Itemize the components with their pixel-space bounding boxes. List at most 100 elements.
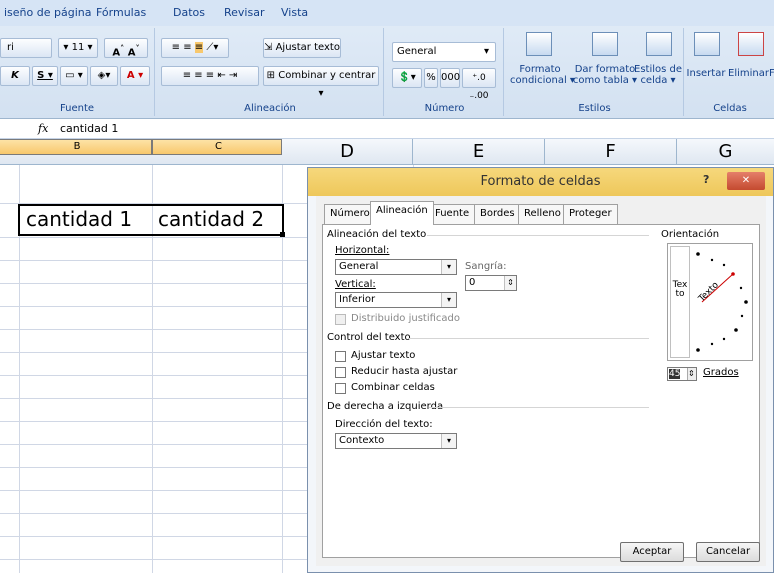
tab-numero[interactable]: Número — [324, 204, 376, 224]
rotated-text-sample: Texto — [696, 280, 721, 305]
font-size-select[interactable]: ▾ 11 ▾ — [58, 38, 98, 58]
cell-styles-button[interactable]: Estilos de celda ▾ — [634, 64, 682, 86]
column-header-d[interactable]: D — [282, 139, 413, 165]
orientation-dial[interactable]: Texto — [692, 244, 752, 360]
column-header-f[interactable]: F — [545, 139, 677, 165]
text-direction-select[interactable]: Contexto ▾ — [335, 433, 457, 449]
format-button-partial[interactable]: F — [769, 68, 774, 79]
number-group: General ▾ 💲▾ % 000 ⁺.0 ₋.00 Número — [386, 28, 504, 116]
merge-cells-checkbox[interactable] — [335, 383, 346, 394]
underline-button[interactable]: S ▾ — [32, 66, 58, 86]
text-direction-label: Dirección del texto: — [335, 419, 433, 430]
delete-button[interactable]: Eliminar — [728, 68, 769, 79]
delete-cells-icon[interactable] — [738, 32, 764, 56]
tab-review[interactable]: Revisar — [224, 6, 264, 19]
indent-spinner[interactable]: 0 ⇕ — [465, 275, 517, 291]
font-name-select[interactable]: ri — [0, 38, 52, 58]
number-format-select[interactable]: General ▾ — [392, 42, 496, 62]
tab-formulas[interactable]: Fórmulas — [96, 6, 146, 19]
orientation-box[interactable]: Texto Texto — [667, 243, 753, 361]
merge-cells-label: Combinar celdas — [351, 382, 435, 393]
grow-font-button[interactable]: A˄ A˅ — [104, 38, 148, 58]
borders-button[interactable]: ▭ ▾ — [60, 66, 88, 86]
conditional-format-button[interactable]: Formato condicional ▾ — [510, 64, 575, 86]
wrap-text-checkbox[interactable] — [335, 351, 346, 362]
alignment-tab-page: Alineación del texto Horizontal: General… — [322, 224, 760, 558]
table-format-line2: como tabla ▾ — [572, 75, 638, 86]
merge-center-button[interactable]: ⊞ Combinar y centrar ▾ — [263, 66, 379, 99]
percent-button[interactable]: % — [424, 68, 438, 88]
tab-alineacion[interactable]: Alineación — [370, 201, 434, 225]
distributed-checkbox[interactable] — [335, 314, 346, 325]
fill-color-button[interactable]: ◈▾ — [90, 66, 118, 86]
insert-cells-icon[interactable] — [694, 32, 720, 56]
vertical-text-sample: Texto — [672, 280, 688, 299]
format-cells-dialog: Formato de celdas ? ✕ Número Alineación … — [307, 167, 774, 573]
cells-group: Insertar Eliminar F Celdas — [686, 28, 774, 116]
wrap-text-label: Ajustar texto — [351, 350, 416, 361]
chevron-down-icon: ▾ — [441, 260, 456, 274]
vertical-text-toggle[interactable]: Texto — [670, 246, 690, 358]
chevron-down-icon: ▾ — [441, 293, 456, 307]
text-direction-value: Contexto — [339, 435, 385, 446]
vertical-select[interactable]: Inferior ▾ — [335, 292, 457, 308]
rtl-heading: De derecha a izquierda — [327, 401, 444, 412]
tab-fuente[interactable]: Fuente — [429, 204, 476, 224]
wrap-text-label: Ajustar texto — [275, 42, 340, 53]
formula-input[interactable]: cantidad 1 — [60, 122, 118, 135]
alignment-group-label: Alineación — [244, 103, 296, 114]
font-color-button[interactable]: A ▾ — [120, 66, 150, 86]
cell-b2[interactable]: cantidad 1 — [20, 205, 150, 235]
tab-data[interactable]: Datos — [173, 6, 205, 19]
cond-format-line2: condicional ▾ — [510, 75, 575, 86]
ribbon: iseño de página Fórmulas Datos Revisar V… — [0, 0, 774, 119]
close-button[interactable]: ✕ — [727, 172, 765, 190]
tab-bordes[interactable]: Bordes — [474, 204, 521, 224]
degrees-value: 45 — [669, 369, 681, 379]
degrees-label: Grados — [703, 367, 739, 378]
horizontal-align-buttons[interactable]: ≡ ≡ ≡ ⇤ ⇥ — [161, 66, 259, 86]
table-format-icon[interactable] — [592, 32, 618, 56]
horizontal-select[interactable]: General ▾ — [335, 259, 457, 275]
tab-relleno[interactable]: Relleno — [518, 204, 567, 224]
thousands-button[interactable]: 000 — [440, 68, 460, 88]
text-alignment-heading: Alineación del texto — [327, 229, 427, 240]
column-header-b[interactable]: B — [0, 139, 152, 155]
cells-group-label: Celdas — [713, 103, 747, 114]
tab-page-layout[interactable]: iseño de página — [4, 6, 91, 19]
italic-button[interactable]: K — [0, 66, 30, 86]
fill-handle[interactable] — [280, 232, 285, 237]
vertical-align-buttons[interactable]: ≡ ≡ ≡ ⟋▾ — [161, 38, 229, 58]
fill-bucket-icon: ◈ — [97, 70, 106, 81]
table-format-line1: Dar formato — [574, 64, 636, 75]
tab-view[interactable]: Vista — [281, 6, 308, 19]
wrap-text-button[interactable]: ⇲ Ajustar texto — [263, 38, 341, 58]
horizontal-label: Horizontal: — [335, 245, 390, 256]
styles-group: Formato condicional ▾ Dar formato como tab… — [506, 28, 684, 116]
decimal-buttons[interactable]: ⁺.0 ₋.00 — [462, 68, 496, 101]
cell-c2[interactable]: cantidad 2 — [152, 205, 282, 235]
number-group-label: Número — [424, 103, 465, 114]
degrees-spinner[interactable]: 45 ⇕ — [667, 367, 697, 381]
cancel-button[interactable]: Cancelar — [696, 542, 760, 562]
merge-icon: ⊞ — [266, 70, 276, 81]
function-icon[interactable]: fx — [38, 122, 48, 135]
cell-styles-icon[interactable] — [646, 32, 672, 56]
tab-proteger[interactable]: Proteger — [563, 204, 618, 224]
column-header-g[interactable]: G — [677, 139, 774, 165]
column-header-c[interactable]: C — [152, 139, 282, 155]
chevron-down-icon: ▾ — [441, 434, 456, 448]
column-header-e[interactable]: E — [413, 139, 545, 165]
shrink-to-fit-checkbox[interactable] — [335, 367, 346, 378]
ribbon-tab-bar: iseño de página Fórmulas Datos Revisar V… — [0, 0, 774, 26]
accept-button[interactable]: Aceptar — [620, 542, 684, 562]
help-button[interactable]: ? — [703, 173, 709, 186]
cell-styles-line1: Estilos de — [634, 64, 683, 75]
format-as-table-button[interactable]: Dar formato como tabla ▾ — [572, 64, 638, 86]
cell-styles-line2: celda ▾ — [640, 75, 676, 86]
column-headers: B C D E F G — [0, 139, 774, 165]
merge-center-label: Combinar y centrar — [278, 70, 376, 81]
conditional-format-icon[interactable] — [526, 32, 552, 56]
insert-button[interactable]: Insertar — [686, 68, 726, 79]
currency-button[interactable]: 💲▾ — [392, 68, 422, 88]
